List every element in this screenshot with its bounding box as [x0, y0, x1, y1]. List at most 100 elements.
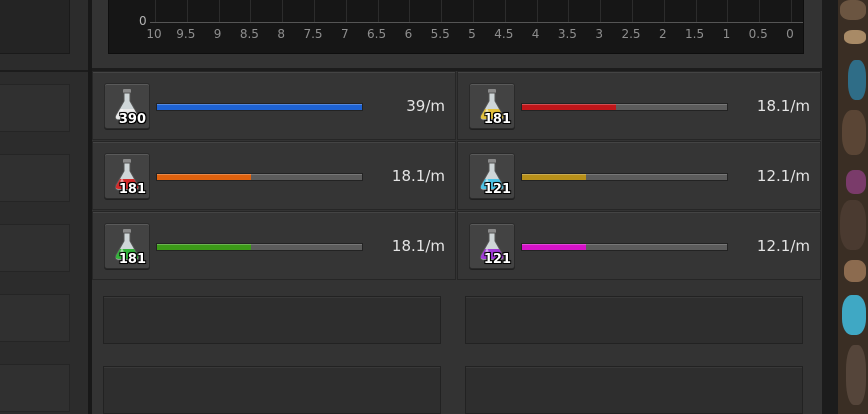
graph-x-tick-label: 5.5 — [430, 27, 450, 41]
cyan-consumption-bar-fill — [522, 174, 586, 180]
green-science-pack-button[interactable]: 181 — [104, 223, 150, 269]
graph-grid-line — [632, 0, 633, 22]
white-consumption-bar-fill — [157, 104, 362, 110]
left-list-slot[interactable] — [0, 294, 70, 342]
graph-x-tick-label: 4.5 — [494, 27, 514, 41]
white-consumption-bar — [156, 103, 363, 111]
science-pack-row-white: 390 39/m — [92, 71, 456, 140]
purple-consumption-bar — [521, 243, 728, 251]
left-panel-divider — [0, 70, 88, 72]
graph-x-tick-label: 3.5 — [557, 27, 577, 41]
graph-grid-line — [695, 0, 697, 22]
red-consumption-bar — [156, 173, 363, 181]
red-consumption-rate: 18.1/m — [391, 167, 445, 185]
graph-x-tick-label: 8 — [277, 27, 286, 41]
graph-grid-line — [504, 0, 506, 22]
red-pack-count: 181 — [118, 182, 146, 197]
left-list-slot[interactable] — [0, 364, 70, 412]
graph-x-tick-label: 5 — [468, 27, 476, 41]
graph-grid-line — [536, 0, 538, 22]
graph-x-tick-label: 10 — [146, 27, 162, 41]
graph-grid-line — [409, 0, 411, 22]
machine-sprite — [842, 295, 866, 335]
yellow-consumption-bar — [521, 103, 728, 111]
purple-consumption-bar-fill — [522, 244, 586, 250]
graph-grid-line — [568, 0, 570, 22]
science-pack-row-cyan: 121 12.1/m — [457, 141, 821, 210]
machine-sprite — [846, 345, 866, 405]
green-consumption-rate: 18.1/m — [391, 237, 445, 255]
graph-grid-line — [759, 0, 761, 22]
left-panel — [0, 0, 88, 414]
graph-x-tick-label: 9 — [213, 27, 222, 41]
scrollbar-gutter[interactable] — [822, 0, 838, 414]
graph-x-tick-label: 1.5 — [685, 27, 705, 41]
graph-grid-line — [473, 0, 474, 22]
graph-grid-line — [441, 0, 443, 22]
machine-sprite — [840, 200, 866, 250]
empty-row-slot — [465, 296, 803, 344]
game-world-view — [838, 0, 868, 414]
white-consumption-rate: 39/m — [406, 97, 445, 115]
yellow-consumption-bar-fill — [522, 104, 617, 110]
purple-science-pack-button[interactable]: 121 — [469, 223, 515, 269]
graph-x-tick-label: 9.5 — [176, 27, 196, 41]
graph-grid-line — [727, 0, 729, 22]
cyan-science-pack-button[interactable]: 121 — [469, 153, 515, 199]
machine-sprite — [846, 170, 866, 194]
machine-sprite — [848, 60, 866, 100]
red-consumption-bar-fill — [157, 174, 252, 180]
cyan-consumption-rate: 12.1/m — [756, 167, 810, 185]
graph-x-tick-label: 7 — [340, 27, 349, 41]
green-consumption-bar — [156, 243, 363, 251]
cyan-consumption-bar — [521, 173, 728, 181]
graph-x-tick-label: 7.5 — [303, 27, 323, 41]
yellow-consumption-rate: 18.1/m — [756, 97, 810, 115]
graph-x-tick-label: 6 — [404, 27, 413, 41]
graph-x-tick-label: 0 — [786, 27, 794, 41]
empty-row-slot — [465, 366, 803, 414]
green-pack-count: 181 — [118, 252, 146, 267]
science-pack-row-yellow: 181 18.1/m — [457, 71, 821, 140]
empty-row-slot — [103, 366, 441, 414]
graph-x-tick-label: 0.5 — [748, 27, 768, 41]
graph-x-tick-label: 2 — [658, 27, 667, 41]
machine-sprite — [840, 0, 866, 20]
graph-grid-line — [314, 0, 315, 22]
left-list-slot[interactable] — [0, 84, 70, 132]
white-pack-count: 390 — [118, 112, 146, 127]
empty-row-slot — [103, 296, 441, 344]
graph-grid-line — [250, 0, 252, 22]
graph-baseline — [150, 22, 803, 23]
graph-grid-line — [377, 0, 379, 22]
machine-sprite — [844, 260, 866, 282]
graph-grid-line — [345, 0, 347, 22]
graph-x-tick-label: 6.5 — [367, 27, 387, 41]
white-science-pack-button[interactable]: 390 — [104, 83, 150, 129]
graph-grid-line — [218, 0, 220, 22]
graph-grid-line — [186, 0, 188, 22]
left-list-slot[interactable] — [0, 154, 70, 202]
machine-sprite — [842, 110, 866, 155]
red-science-pack-button[interactable]: 181 — [104, 153, 150, 199]
machine-sprite — [844, 30, 866, 44]
graph-x-tick-label: 1 — [722, 27, 731, 41]
graph-x-tick-label: 3 — [595, 27, 604, 41]
yellow-pack-count: 181 — [483, 112, 511, 127]
graph-grid-line — [663, 0, 665, 22]
graph-x-tick-label: 8.5 — [239, 27, 259, 41]
graph-grid-line — [282, 0, 284, 22]
graph-y-zero-label: 0 — [139, 14, 147, 28]
graph-grid-line — [600, 0, 602, 22]
left-panel-header-box — [0, 0, 70, 54]
left-list-slot[interactable] — [0, 224, 70, 272]
graph-grid-line — [155, 0, 156, 22]
graph-x-tick-label: 2.5 — [621, 27, 641, 41]
graph-x-tick-label: 4 — [531, 27, 540, 41]
graph-grid-line — [791, 0, 792, 22]
yellow-science-pack-button[interactable]: 181 — [469, 83, 515, 129]
purple-consumption-rate: 12.1/m — [756, 237, 810, 255]
science-pack-row-purple: 121 12.1/m — [457, 211, 821, 280]
green-consumption-bar-fill — [157, 244, 252, 250]
science-pack-row-green: 181 18.1/m — [92, 211, 456, 280]
